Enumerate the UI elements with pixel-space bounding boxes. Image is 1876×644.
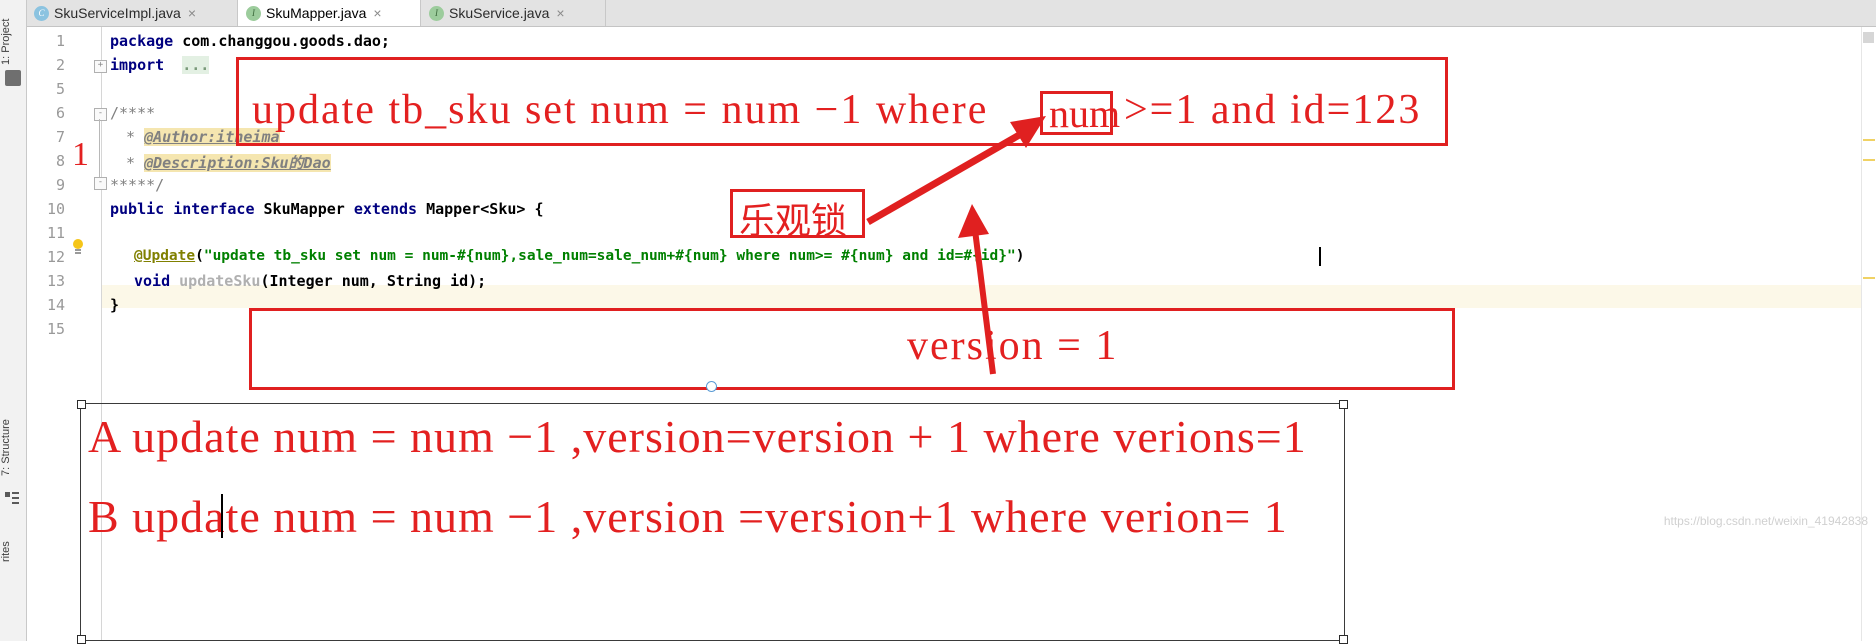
sidebar-item-favorites[interactable]: rites [0,512,26,592]
package-name: com.changgou.goods.dao; [173,32,390,50]
code-line-comment-open: /**** [110,104,155,122]
line-number: 15 [46,320,65,338]
annotation-top-sql-suffix: >=1 and id=123 [1124,87,1422,133]
line-number: 2 [55,56,65,74]
code-line-comment-description: * @Description:Sku的Dao [126,152,331,173]
close-icon[interactable]: × [188,6,196,20]
interface-icon: I [246,5,261,21]
intention-bulb-icon[interactable] [70,239,86,255]
line-number: 11 [46,224,65,242]
interface-icon: I [429,5,444,21]
line-number: 7 [55,128,65,146]
line-number: 9 [55,176,65,194]
method-name: updateSku [170,272,261,290]
interface-name: SkuMapper [263,200,345,218]
text-caret [1319,247,1321,266]
superinterface: Mapper<Sku> { [426,200,544,218]
annotation-version-note: version = 1 [907,323,1119,369]
editor-marker-column[interactable] [1861,26,1876,641]
line-number: 10 [46,200,65,218]
comment-open: /**** [110,104,156,122]
bulb-glass [73,239,83,249]
resize-handle-top-right[interactable] [1339,400,1348,409]
structure-icon[interactable] [5,490,21,506]
line-number: 5 [55,80,65,98]
annotation-option-a: A update num = num −1 ,version=version +… [88,411,1307,462]
update-sql-string: "update tb_sku set num = num-#{num},sale… [203,248,1016,264]
code-line-package: package com.changgou.goods.dao; [110,32,390,50]
code-line-interface-decl: public interface SkuMapper extends Mappe… [110,200,544,218]
comment-star: * [126,154,145,172]
keyword-void: void [134,272,171,290]
tab-label: SkuServiceImpl.java [54,5,181,21]
closing-brace: } [110,296,120,314]
annotation-option-b: B update num = num −1 ,version =version+… [88,491,1288,542]
code-line-closing-brace: } [110,296,119,314]
annotation-box-version [249,308,1455,390]
comment-close: *****/ [110,176,165,194]
code-line-update-annotation: @Update("update tb_sku set num = num-#{n… [134,248,1024,264]
tab-label: SkuService.java [449,5,550,21]
class-icon: C [34,5,49,21]
import-folded-dots[interactable]: ... [182,56,210,74]
resize-handle-bottom-right[interactable] [1339,635,1348,644]
line-number: 14 [46,296,65,314]
update-annotation-name: @Update [134,248,196,264]
code-line-comment-close: *****/ [110,176,164,194]
code-line-method-signature: void updateSku(Integer num, String id); [134,272,486,290]
inspection-status-box[interactable] [1863,32,1874,43]
comment-description-tag: @Description:Sku的Dao [144,154,331,172]
line-number: 8 [55,152,65,170]
tab-sku-service-impl[interactable]: C SkuServiceImpl.java × [26,0,238,26]
keyword-interface: interface [164,200,264,218]
keyword-package: package [110,32,174,50]
warning-marker[interactable] [1863,139,1875,141]
method-params: (Integer num, String id); [260,272,487,290]
annotation-optimistic-lock-label: 乐观锁 [739,201,848,242]
keyword-extends: extends [344,200,427,218]
sidebar-item-structure[interactable]: 7: Structure [0,400,26,496]
resize-handle-bottom-left[interactable] [77,635,86,644]
comment-star: * [126,128,145,146]
rotation-handle[interactable] [706,381,717,392]
close-icon[interactable]: × [556,6,564,20]
tab-label: SkuMapper.java [266,5,367,21]
fold-region-line [99,119,100,177]
annotation-marker-number: 1 [72,136,89,173]
line-number: 12 [46,248,65,266]
line-number: 1 [55,32,65,50]
line-number: 13 [46,272,65,290]
editor-tab-bar: C SkuServiceImpl.java × I SkuMapper.java… [26,0,1876,27]
textbox-caret [221,494,223,538]
tab-sku-service[interactable]: I SkuService.java × [421,0,606,26]
bulb-base [75,249,81,251]
close-icon[interactable]: × [373,6,381,20]
watermark-text: https://blog.csdn.net/weixin_41942838 [1663,514,1868,528]
tab-sku-mapper[interactable]: I SkuMapper.java × [238,0,421,26]
project-folder-icon[interactable] [5,70,21,86]
resize-handle-top-left[interactable] [77,400,86,409]
code-line-import: import ... [110,56,210,74]
paren-open: ( [195,248,204,264]
warning-marker[interactable] [1863,277,1875,279]
line-number: 6 [55,104,65,122]
keyword-import: import [110,56,165,74]
warning-marker[interactable] [1863,159,1875,161]
keyword-public: public [110,200,165,218]
left-tool-strip: 1: Project 7: Structure rites [0,0,27,641]
